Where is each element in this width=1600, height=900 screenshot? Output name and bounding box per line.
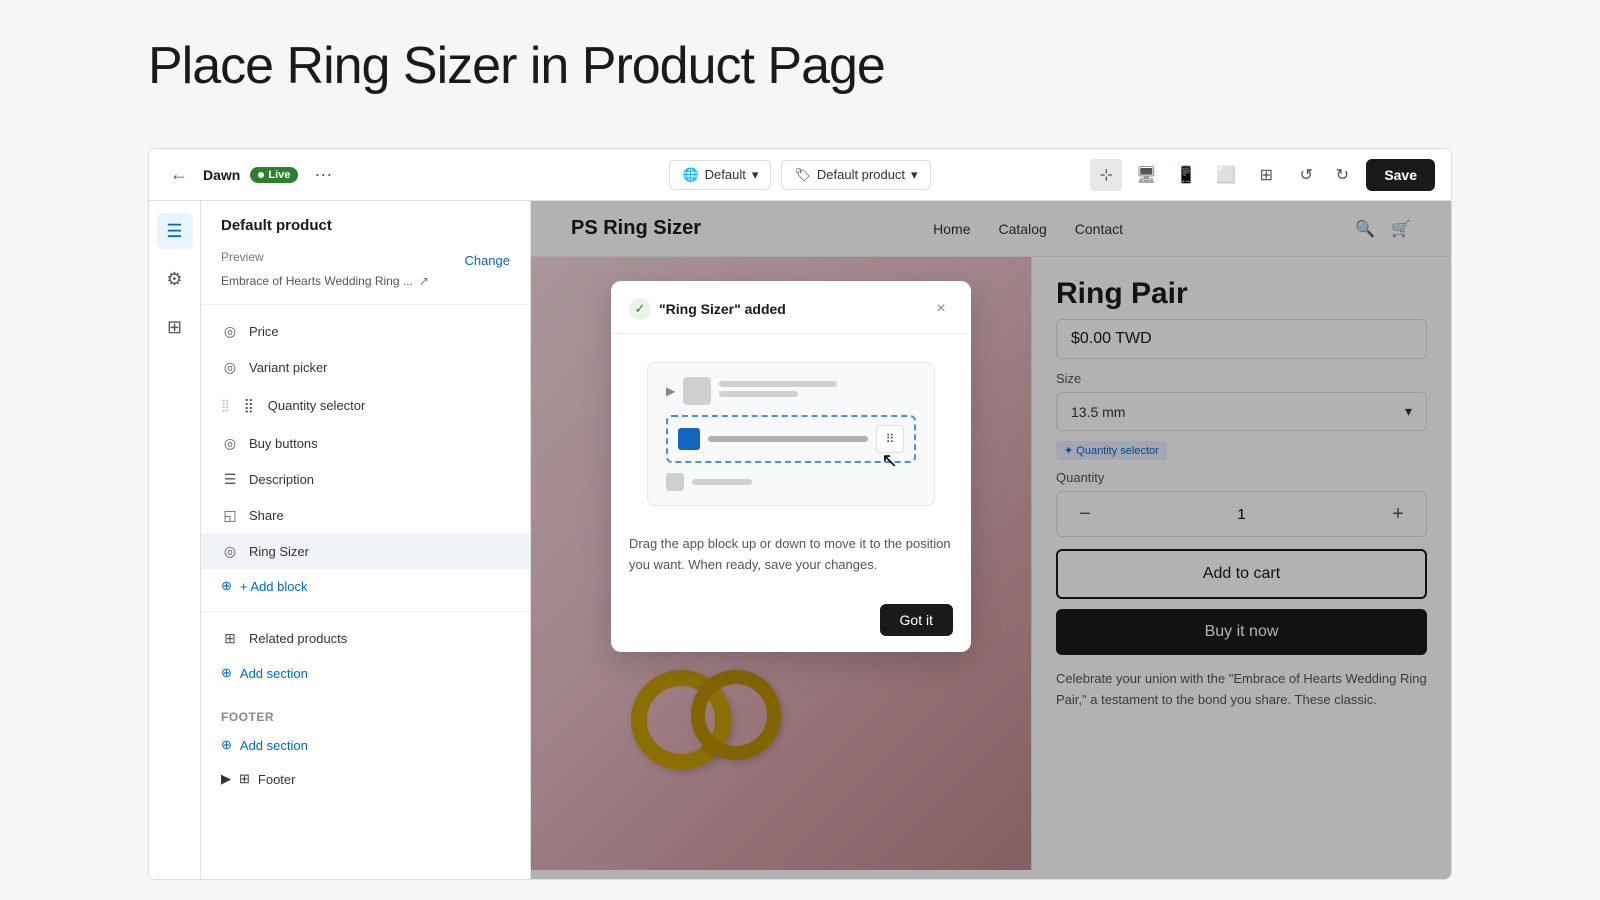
- eye-quantity-btn[interactable]: 👁: [488, 394, 510, 416]
- block-item-price[interactable]: ◎ Price: [201, 313, 530, 349]
- related-products-icon: ⊞: [221, 629, 239, 647]
- toolbar: ← Dawn Live ··· 🌐 Default ▾ 🏷 Default pr…: [149, 149, 1451, 201]
- footer-grid-icon: ⊞: [239, 771, 250, 787]
- popup-card: ✓ "Ring Sizer" added × ▶: [611, 281, 971, 652]
- add-section-label-2: Add section: [240, 738, 308, 753]
- redo-button[interactable]: ↻: [1326, 159, 1358, 191]
- related-products-item[interactable]: ⊞ Related products: [201, 620, 530, 656]
- desktop-view-btn[interactable]: 🖥: [1130, 159, 1162, 191]
- related-products-label: Related products: [249, 631, 510, 646]
- ring-sizer-icon: ◎: [221, 542, 239, 560]
- buy-buttons-icon: ◎: [221, 434, 239, 452]
- block-label-ring-sizer: Ring Sizer: [249, 544, 510, 559]
- description-icon: ☰: [221, 470, 239, 488]
- preview-label: Preview: [221, 250, 264, 264]
- block-item-share[interactable]: ◱ Share: [201, 497, 530, 533]
- popup-title: "Ring Sizer" added: [659, 301, 786, 317]
- add-section-icon-2: ⊕: [221, 737, 232, 753]
- add-section-label-1: Add section: [240, 666, 308, 681]
- footer-nav-item[interactable]: ▶ ⊞ Footer: [201, 762, 530, 796]
- add-block-label: + Add block: [240, 579, 308, 594]
- external-link-icon[interactable]: ↗: [419, 274, 429, 288]
- more-button[interactable]: ···: [308, 160, 338, 189]
- add-block-button[interactable]: ⊕ + Add block: [201, 569, 530, 603]
- cursor-tool-btn[interactable]: ⊹: [1090, 159, 1122, 191]
- block-label-variant-picker: Variant picker: [249, 360, 510, 375]
- store-name-label: Dawn: [203, 167, 240, 183]
- footer-collapse-icon: ▶: [221, 771, 231, 787]
- preview-placeholder-box: [683, 377, 711, 405]
- variant-picker-icon: ◎: [221, 358, 239, 376]
- live-badge: Live: [250, 167, 298, 183]
- add-section-btn-2[interactable]: ⊕ Add section: [201, 728, 530, 762]
- theme-dropdown[interactable]: 🌐 Default ▾: [669, 160, 771, 190]
- share-icon: ◱: [221, 506, 239, 524]
- block-label-share: Share: [249, 508, 510, 523]
- cursor-pointer-icon: ↖: [881, 448, 898, 473]
- page-title: Place Ring Sizer in Product Page: [0, 0, 1600, 124]
- got-it-button[interactable]: Got it: [880, 604, 953, 636]
- save-button[interactable]: Save: [1366, 159, 1435, 191]
- active-block-square: [678, 428, 700, 450]
- sidebar-apps-btn[interactable]: ⊞: [157, 309, 193, 345]
- add-block-icon: ⊕: [221, 578, 232, 594]
- notification-overlay: ✓ "Ring Sizer" added × ▶: [531, 201, 1451, 879]
- back-button[interactable]: ←: [165, 161, 193, 189]
- product-dropdown[interactable]: 🏷 Default product ▾: [781, 160, 930, 190]
- block-item-ring-sizer[interactable]: ◎ Ring Sizer: [201, 533, 530, 569]
- delete-quantity-btn[interactable]: 🗑: [460, 394, 482, 416]
- left-panel: Default product Preview Change Embrace o…: [201, 201, 531, 879]
- tablet-view-btn[interactable]: ⬜: [1210, 159, 1242, 191]
- block-item-variant-picker[interactable]: ◎ Variant picker: [201, 349, 530, 385]
- sidebar-settings-btn[interactable]: ⚙: [157, 261, 193, 297]
- add-section-btn-1[interactable]: ⊕ Add section: [201, 656, 530, 690]
- small-placeholder-line: [692, 479, 752, 485]
- block-item-quantity-selector[interactable]: ⣿ ⣿ Quantity selector 🗑 👁: [201, 385, 530, 425]
- block-item-description[interactable]: ☰ Description: [201, 461, 530, 497]
- fit-view-btn[interactable]: ⊞: [1250, 159, 1282, 191]
- undo-button[interactable]: ↺: [1290, 159, 1322, 191]
- popup-description: Drag the app block up or down to move it…: [629, 534, 953, 576]
- block-label-quantity-selector: Quantity selector: [268, 398, 450, 413]
- mobile-view-btn[interactable]: 📱: [1170, 159, 1202, 191]
- change-link[interactable]: Change: [464, 253, 510, 268]
- preview-product-text: Embrace of Hearts Wedding Ring ...: [221, 274, 413, 288]
- block-label-description: Description: [249, 472, 510, 487]
- block-label-buy-buttons: Buy buttons: [249, 436, 510, 451]
- footer-label: Footer: [201, 698, 530, 728]
- quantity-selector-icon: ⣿: [240, 396, 258, 414]
- small-placeholder-box: [666, 473, 684, 491]
- drag-handle-quantity[interactable]: ⣿: [221, 398, 230, 412]
- panel-title: Default product: [201, 201, 530, 242]
- preview-arrow-icon: ▶: [666, 384, 675, 398]
- popup-check-icon: ✓: [629, 298, 651, 320]
- popup-close-btn[interactable]: ×: [929, 297, 953, 321]
- block-item-buy-buttons[interactable]: ◎ Buy buttons: [201, 425, 530, 461]
- icon-sidebar: ☰ ⚙ ⊞: [149, 201, 201, 879]
- add-section-icon-1: ⊕: [221, 665, 232, 681]
- price-icon: ◎: [221, 322, 239, 340]
- block-label-price: Price: [249, 324, 510, 339]
- footer-item-label: Footer: [258, 772, 296, 787]
- sidebar-sections-btn[interactable]: ☰: [157, 213, 193, 249]
- editor-frame: ← Dawn Live ··· 🌐 Default ▾ 🏷 Default pr…: [148, 148, 1452, 880]
- preview-area: PS Ring Sizer Home Catalog Contact 🔍 🛒: [531, 201, 1451, 879]
- active-block-line: [708, 436, 868, 442]
